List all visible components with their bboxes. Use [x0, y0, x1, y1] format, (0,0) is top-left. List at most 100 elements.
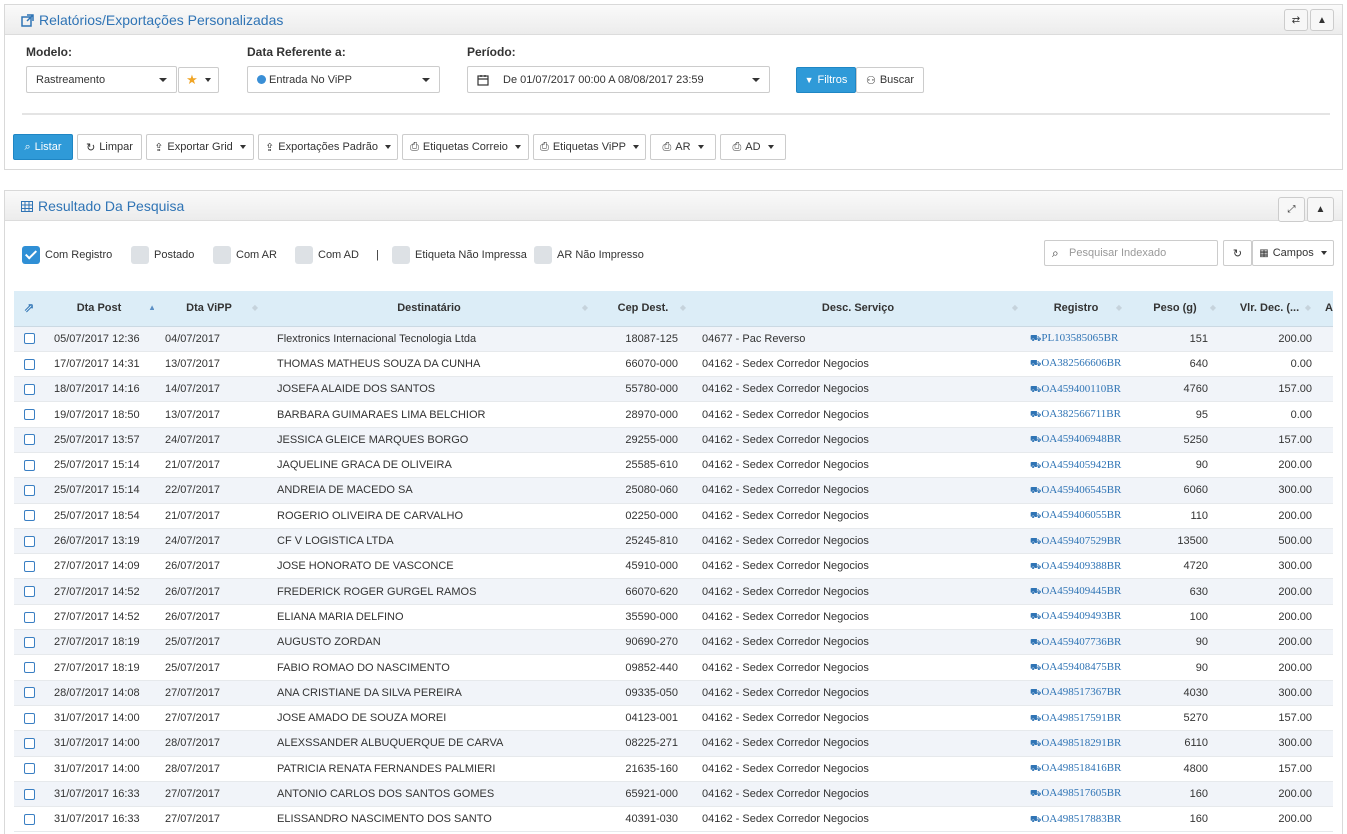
registro-link[interactable]: OA459408475BR	[1041, 661, 1121, 673]
table-row[interactable]: 25/07/2017 15:14 21/07/2017 JAQUELINE GRAC…	[14, 452, 1333, 479]
row-checkbox[interactable]	[23, 434, 35, 446]
row-select-cell[interactable]	[14, 654, 44, 681]
registro-link[interactable]: OA498518291BR	[1041, 737, 1121, 749]
row-checkbox[interactable]	[23, 510, 35, 522]
row-checkbox[interactable]	[23, 333, 35, 345]
refresh-button[interactable]: ↻	[1223, 240, 1252, 266]
row-select-cell[interactable]	[14, 376, 44, 403]
table-cell[interactable]: ⛟OA498518291BR	[1024, 730, 1128, 757]
row-checkbox[interactable]	[23, 737, 35, 749]
filter-com-registro[interactable]: Com Registro	[22, 246, 112, 264]
export-header-icon-cell[interactable]: ⇗	[14, 291, 44, 327]
table-cell[interactable]: ⛟OA382566711BR	[1024, 401, 1128, 428]
row-checkbox[interactable]	[23, 358, 35, 370]
registro-link[interactable]: OA498517605BR	[1041, 787, 1121, 799]
table-cell[interactable]: ⛟OA498517605BR	[1024, 781, 1128, 808]
column-header[interactable]: Destinatário ◆	[264, 291, 594, 327]
row-select-cell[interactable]	[14, 756, 44, 782]
table-row[interactable]: 31/07/2017 14:00 28/07/2017 ALEXSSANDER AL…	[14, 730, 1333, 757]
table-row[interactable]: 19/07/2017 18:50 13/07/2017 BARBARA GUIMAR…	[14, 401, 1333, 428]
modelo-select[interactable]: Rastreamento	[26, 66, 177, 93]
registro-link[interactable]: OA382566606BR	[1041, 357, 1121, 369]
table-row[interactable]: 27/07/2017 14:52 26/07/2017 FREDERICK ROGE…	[14, 578, 1333, 605]
exportacoes-padrao-button[interactable]: ⇪ Exportações Padrão	[258, 134, 398, 160]
row-select-cell[interactable]	[14, 351, 44, 378]
registro-link[interactable]: OA459409493BR	[1041, 610, 1121, 622]
row-checkbox[interactable]	[23, 813, 35, 825]
row-checkbox[interactable]	[23, 383, 35, 395]
row-checkbox[interactable]	[23, 586, 35, 598]
row-checkbox[interactable]	[23, 687, 35, 699]
column-header[interactable]: Dta ViPP ◆	[154, 291, 264, 327]
column-header[interactable]: Dta Post ▲	[44, 291, 154, 327]
row-checkbox[interactable]	[23, 763, 35, 775]
registro-link[interactable]: OA459400110BR	[1041, 383, 1121, 395]
table-cell[interactable]: ⛟OA459400110BR	[1024, 376, 1128, 403]
row-select-cell[interactable]	[14, 578, 44, 605]
table-row[interactable]: 27/07/2017 14:09 26/07/2017 JOSE HONORATO …	[14, 553, 1333, 580]
row-checkbox[interactable]	[23, 560, 35, 572]
row-checkbox[interactable]	[23, 535, 35, 547]
row-select-cell[interactable]	[14, 528, 44, 555]
exportar-grid-button[interactable]: ⇪ Exportar Grid	[146, 134, 254, 160]
filter-com-ar[interactable]: Com AR	[213, 246, 277, 264]
table-cell[interactable]: ⛟OA459409445BR	[1024, 578, 1128, 605]
row-select-cell[interactable]	[14, 503, 44, 529]
table-row[interactable]: 25/07/2017 18:54 21/07/2017 ROGERIO OLIVEI…	[14, 503, 1333, 529]
row-select-cell[interactable]	[14, 477, 44, 504]
column-header[interactable]: Peso (g) ◆	[1128, 291, 1222, 327]
column-header[interactable]: Cep Dest. ◆	[594, 291, 692, 327]
etiquetas-vipp-button[interactable]: ⎙ Etiquetas ViPP	[533, 134, 646, 160]
table-cell[interactable]: ⛟OA498518416BR	[1024, 756, 1128, 782]
table-cell[interactable]: ⛟OA459406948BR	[1024, 427, 1128, 453]
filter-postado[interactable]: Postado	[131, 246, 194, 264]
registro-link[interactable]: OA498517591BR	[1041, 712, 1121, 724]
ad-button[interactable]: ⎙ AD	[720, 134, 786, 160]
campos-button[interactable]: ▦ Campos	[1252, 240, 1334, 266]
row-select-cell[interactable]	[14, 806, 44, 833]
table-row[interactable]: 31/07/2017 16:33 27/07/2017 ANTONIO CARLOS…	[14, 781, 1333, 808]
favorite-button[interactable]: ★	[178, 67, 219, 93]
table-cell[interactable]: ⛟OA498517367BR	[1024, 680, 1128, 706]
table-cell[interactable]: ⛟OA498517883BR	[1024, 806, 1128, 833]
row-checkbox[interactable]	[23, 409, 35, 421]
table-cell[interactable]: ⛟OA459409493BR	[1024, 604, 1128, 631]
row-checkbox[interactable]	[23, 636, 35, 648]
filter-ar-nao-impresso[interactable]: AR Não Impresso	[534, 246, 644, 264]
column-header[interactable]: Vlr. Dec. (... ◆	[1222, 291, 1317, 327]
registro-link[interactable]: OA459407736BR	[1041, 636, 1121, 648]
row-select-cell[interactable]	[14, 452, 44, 479]
table-row[interactable]: 27/07/2017 14:52 26/07/2017 ELIANA MARIA D…	[14, 604, 1333, 631]
row-select-cell[interactable]	[14, 781, 44, 808]
registro-link[interactable]: OA459406055BR	[1041, 509, 1121, 521]
table-cell[interactable]: ⛟OA459405942BR	[1024, 452, 1128, 479]
registro-link[interactable]: OA498517883BR	[1041, 813, 1121, 825]
table-row[interactable]: 31/07/2017 14:00 28/07/2017 PATRICIA RENAT…	[14, 756, 1333, 782]
table-cell[interactable]: ⛟OA459406055BR	[1024, 503, 1128, 529]
table-cell[interactable]: ⛟OA382566606BR	[1024, 351, 1128, 378]
row-select-cell[interactable]	[14, 680, 44, 706]
search-input[interactable]: ⌕ Pesquisar Indexado	[1044, 240, 1218, 266]
table-cell[interactable]: ⛟OA459406545BR	[1024, 477, 1128, 504]
limpar-button[interactable]: ↻ Limpar	[77, 134, 142, 160]
table-row[interactable]: 25/07/2017 13:57 24/07/2017 JESSICA GLEICE…	[14, 427, 1333, 453]
registro-link[interactable]: OA459409388BR	[1041, 560, 1121, 572]
table-row[interactable]: 18/07/2017 14:16 14/07/2017 JOSEFA ALAIDE …	[14, 376, 1333, 403]
row-select-cell[interactable]	[14, 553, 44, 580]
row-select-cell[interactable]	[14, 427, 44, 453]
collapse-report-button[interactable]: ▲	[1310, 9, 1334, 31]
table-cell[interactable]: ⛟PL103585065BR	[1024, 326, 1128, 352]
filtros-button[interactable]: ▼ Filtros	[796, 67, 856, 93]
row-select-cell[interactable]	[14, 326, 44, 352]
table-cell[interactable]: ⛟OA459408475BR	[1024, 654, 1128, 681]
table-cell[interactable]: ⛟OA459407736BR	[1024, 629, 1128, 656]
row-checkbox[interactable]	[23, 485, 35, 497]
shuffle-button[interactable]: ⇄	[1284, 9, 1308, 31]
row-checkbox[interactable]	[23, 712, 35, 724]
table-cell[interactable]: ⛟OA498517591BR	[1024, 705, 1128, 732]
table-row[interactable]: 27/07/2017 18:19 25/07/2017 AUGUSTO ZORDAN…	[14, 629, 1333, 656]
table-row[interactable]: 25/07/2017 15:14 22/07/2017 ANDREIA DE MAC…	[14, 477, 1333, 504]
table-cell[interactable]: ⛟OA459407529BR	[1024, 528, 1128, 555]
data-ref-select[interactable]: Entrada No ViPP	[247, 66, 440, 93]
collapse-result-button[interactable]: ▲	[1307, 197, 1334, 222]
